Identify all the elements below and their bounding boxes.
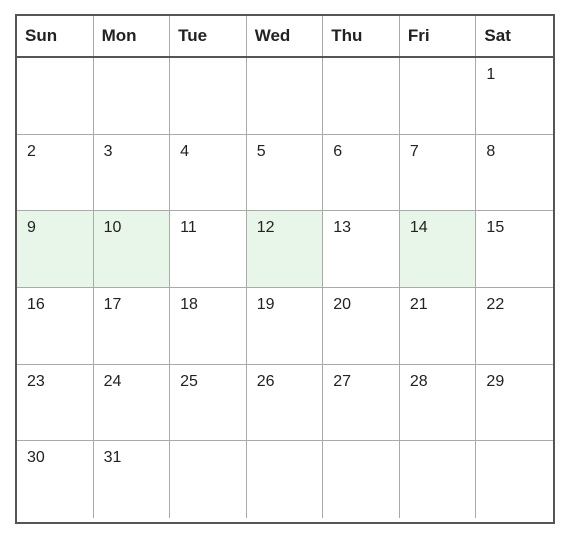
day-cell[interactable] bbox=[247, 58, 324, 134]
day-cell[interactable] bbox=[476, 441, 553, 518]
calendar: SunMonTueWedThuFriSat 123456789101112131… bbox=[15, 14, 555, 524]
day-cell[interactable]: 23 bbox=[17, 365, 94, 441]
day-cell[interactable]: 27 bbox=[323, 365, 400, 441]
day-cell[interactable]: 9 bbox=[17, 211, 94, 287]
calendar-row-1: 2345678 bbox=[17, 135, 553, 212]
calendar-row-0: 1 bbox=[17, 58, 553, 135]
day-cell[interactable]: 16 bbox=[17, 288, 94, 364]
day-cell[interactable] bbox=[323, 441, 400, 518]
calendar-row-5: 3031 bbox=[17, 441, 553, 518]
day-cell[interactable] bbox=[170, 441, 247, 518]
day-cell[interactable] bbox=[400, 441, 477, 518]
day-cell[interactable]: 2 bbox=[17, 135, 94, 211]
day-cell[interactable]: 26 bbox=[247, 365, 324, 441]
day-cell[interactable]: 15 bbox=[476, 211, 553, 287]
day-cell[interactable]: 8 bbox=[476, 135, 553, 211]
header-cell-sat: Sat bbox=[476, 16, 553, 56]
header-cell-mon: Mon bbox=[94, 16, 171, 56]
calendar-body: 1234567891011121314151617181920212223242… bbox=[17, 58, 553, 518]
day-cell[interactable]: 14 bbox=[400, 211, 477, 287]
day-cell[interactable] bbox=[17, 58, 94, 134]
header-cell-thu: Thu bbox=[323, 16, 400, 56]
day-cell[interactable]: 18 bbox=[170, 288, 247, 364]
day-cell[interactable]: 6 bbox=[323, 135, 400, 211]
day-cell[interactable]: 24 bbox=[94, 365, 171, 441]
day-cell[interactable]: 21 bbox=[400, 288, 477, 364]
day-cell[interactable]: 30 bbox=[17, 441, 94, 518]
day-cell[interactable]: 3 bbox=[94, 135, 171, 211]
day-cell[interactable]: 19 bbox=[247, 288, 324, 364]
day-cell[interactable]: 25 bbox=[170, 365, 247, 441]
day-cell[interactable] bbox=[170, 58, 247, 134]
day-cell[interactable]: 22 bbox=[476, 288, 553, 364]
header-cell-sun: Sun bbox=[17, 16, 94, 56]
day-cell[interactable]: 17 bbox=[94, 288, 171, 364]
day-cell[interactable]: 12 bbox=[247, 211, 324, 287]
day-cell[interactable]: 10 bbox=[94, 211, 171, 287]
day-cell[interactable]: 1 bbox=[476, 58, 553, 134]
day-cell[interactable] bbox=[94, 58, 171, 134]
day-cell[interactable]: 7 bbox=[400, 135, 477, 211]
day-cell[interactable]: 20 bbox=[323, 288, 400, 364]
day-cell[interactable]: 31 bbox=[94, 441, 171, 518]
calendar-header: SunMonTueWedThuFriSat bbox=[17, 16, 553, 58]
calendar-row-2: 9101112131415 bbox=[17, 211, 553, 288]
day-cell[interactable] bbox=[247, 441, 324, 518]
day-cell[interactable]: 5 bbox=[247, 135, 324, 211]
header-cell-tue: Tue bbox=[170, 16, 247, 56]
day-cell[interactable]: 11 bbox=[170, 211, 247, 287]
calendar-row-4: 23242526272829 bbox=[17, 365, 553, 442]
header-cell-fri: Fri bbox=[400, 16, 477, 56]
day-cell[interactable]: 13 bbox=[323, 211, 400, 287]
day-cell[interactable] bbox=[323, 58, 400, 134]
day-cell[interactable]: 28 bbox=[400, 365, 477, 441]
calendar-row-3: 16171819202122 bbox=[17, 288, 553, 365]
day-cell[interactable] bbox=[400, 58, 477, 134]
header-cell-wed: Wed bbox=[247, 16, 324, 56]
day-cell[interactable]: 4 bbox=[170, 135, 247, 211]
day-cell[interactable]: 29 bbox=[476, 365, 553, 441]
